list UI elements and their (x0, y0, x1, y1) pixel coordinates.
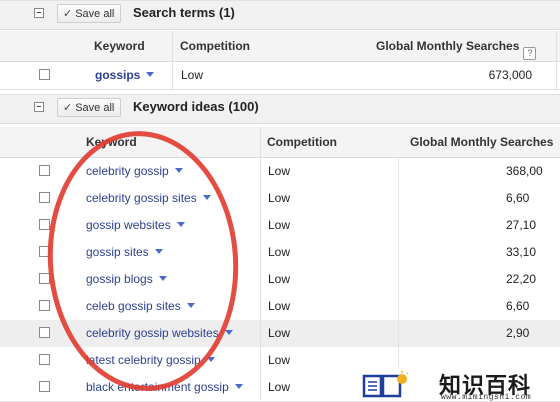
column-keyword[interactable]: Keyword (94, 39, 145, 53)
keyword-text: latest celebrity gossip (86, 353, 201, 367)
row-checkbox[interactable] (39, 192, 50, 203)
competition-value: Low (268, 326, 291, 340)
collapse-icon[interactable] (34, 102, 44, 112)
column-competition[interactable]: Competition (180, 39, 250, 53)
collapse-icon[interactable] (34, 8, 44, 18)
search-terms-header: ✓ Save all Search terms (1) (0, 0, 560, 30)
keyword-text: gossips (95, 68, 141, 82)
section-title: Search terms (1) (133, 5, 235, 20)
dropdown-caret-icon[interactable] (186, 303, 195, 308)
row-checkbox[interactable] (39, 381, 50, 392)
table-row: celebrity gossip sites Low 6,60 (0, 185, 560, 213)
table-row: gossips Low 673,000 (0, 62, 560, 90)
searches-value: 33,10 (506, 245, 537, 259)
dropdown-caret-icon[interactable] (202, 195, 211, 200)
table-row: celebrity gossip websites Low 2,90 (0, 320, 560, 348)
competition-value: Low (268, 164, 291, 178)
table-row: celebrity gossip Low 368,00 (0, 158, 560, 186)
competition-value: Low (181, 68, 204, 82)
column-keyword[interactable]: Keyword (86, 135, 137, 149)
keyword-text: celebrity gossip (86, 164, 169, 178)
column-competition[interactable]: Competition (267, 135, 337, 149)
column-divider (172, 31, 173, 89)
keyword-text: black entertainment gossip (86, 380, 229, 394)
checkmark-icon: ✓ (63, 8, 73, 20)
checkmark-icon: ✓ (63, 102, 73, 114)
competition-value: Low (268, 299, 291, 313)
row-checkbox[interactable] (39, 354, 50, 365)
row-checkbox[interactable] (39, 69, 50, 80)
save-all-label: Save all (75, 102, 115, 114)
table-row: gossip blogs Low 22,20 (0, 266, 560, 294)
keyword-link[interactable]: gossip sites (86, 245, 163, 259)
keyword-link[interactable]: celebrity gossip websites (86, 326, 233, 340)
keyword-ideas-header: ✓ Save all Keyword ideas (100) (0, 94, 560, 124)
column-divider (260, 127, 261, 400)
keyword-text: celeb gossip sites (86, 299, 181, 313)
searches-value: 2,90 (506, 326, 530, 340)
keyword-link[interactable]: gossip blogs (86, 272, 167, 286)
column-searches-label: Global Monthly Searches (376, 39, 520, 53)
column-global-monthly-searches[interactable]: Global Monthly Searches? (376, 39, 537, 60)
keyword-link[interactable]: latest celebrity gossip (86, 353, 215, 367)
table-row: celeb gossip sites Low 6,60 (0, 293, 560, 321)
keyword-link[interactable]: gossip websites (86, 218, 185, 232)
competition-value: Low (268, 245, 291, 259)
competition-value: Low (268, 272, 291, 286)
dropdown-caret-icon[interactable] (146, 72, 155, 77)
book-lightbulb-icon (362, 371, 409, 398)
dropdown-caret-icon[interactable] (158, 276, 167, 281)
column-header-row: Keyword Competition Global Monthly Searc… (0, 127, 560, 158)
row-checkbox[interactable] (39, 327, 50, 338)
dropdown-caret-icon[interactable] (224, 330, 233, 335)
keyword-text: celebrity gossip sites (86, 191, 197, 205)
keyword-text: gossip websites (86, 218, 171, 232)
table-row: gossip websites Low 27,10 (0, 212, 560, 240)
keyword-link[interactable]: black entertainment gossip (86, 380, 243, 394)
dropdown-caret-icon[interactable] (176, 222, 185, 227)
competition-value: Low (268, 218, 291, 232)
competition-value: Low (268, 353, 291, 367)
searches-value: 673,000 (488, 68, 532, 82)
help-icon[interactable]: ? (523, 47, 537, 60)
keyword-text: celebrity gossip websites (86, 326, 219, 340)
row-checkbox[interactable] (39, 165, 50, 176)
dropdown-caret-icon[interactable] (174, 168, 183, 173)
table-row: gossip sites Low 33,10 (0, 239, 560, 267)
searches-value: 6,60 (506, 299, 530, 313)
row-checkbox[interactable] (39, 219, 50, 230)
save-all-button[interactable]: ✓ Save all (57, 98, 122, 117)
section-title: Keyword ideas (100) (133, 99, 259, 114)
keyword-link[interactable]: celebrity gossip (86, 164, 183, 178)
keyword-link[interactable]: celeb gossip sites (86, 299, 195, 313)
keyword-text: gossip blogs (86, 272, 153, 286)
save-all-button[interactable]: ✓ Save all (57, 4, 122, 23)
row-checkbox[interactable] (39, 273, 50, 284)
searches-value: 368,00 (506, 164, 543, 178)
column-divider (556, 31, 557, 89)
row-checkbox[interactable] (39, 246, 50, 257)
searches-value: 27,10 (506, 218, 537, 232)
keyword-text: gossip sites (86, 245, 149, 259)
watermark-url: www.mimingshi.com (441, 393, 532, 402)
dropdown-caret-icon[interactable] (206, 357, 215, 362)
row-checkbox[interactable] (39, 300, 50, 311)
column-global-monthly-searches[interactable]: Global Monthly Searches (410, 135, 553, 149)
column-header-row: Keyword Competition Global Monthly Searc… (0, 31, 560, 62)
searches-value: 22,20 (506, 272, 537, 286)
keyword-link[interactable]: celebrity gossip sites (86, 191, 211, 205)
column-divider (398, 158, 399, 400)
competition-value: Low (268, 191, 291, 205)
save-all-label: Save all (75, 8, 115, 20)
keyword-link[interactable]: gossips (95, 68, 155, 82)
competition-value: Low (268, 380, 291, 394)
dropdown-caret-icon[interactable] (154, 249, 163, 254)
watermark: 知识百科 www.mimingshi.com (347, 367, 560, 402)
searches-value: 6,60 (506, 191, 530, 205)
dropdown-caret-icon[interactable] (234, 384, 243, 389)
